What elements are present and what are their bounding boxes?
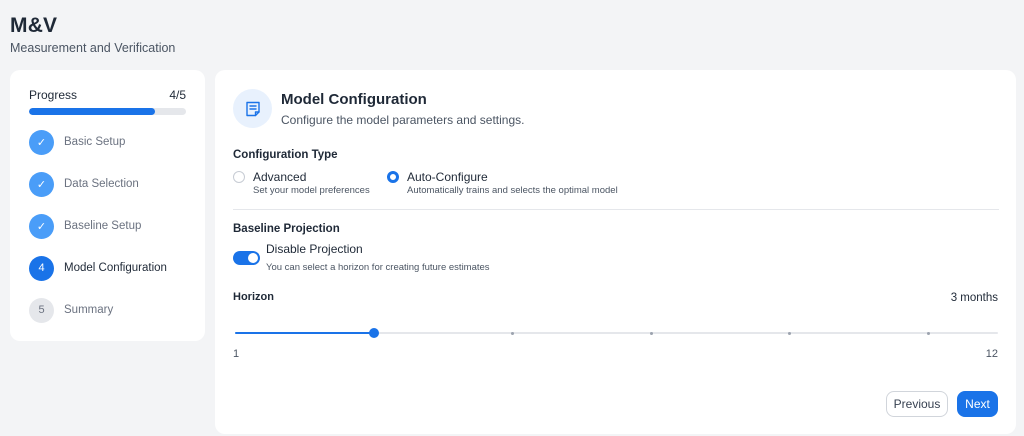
model-configuration-card: Model Configuration Configure the model … <box>215 70 1016 434</box>
section-divider <box>233 209 999 210</box>
slider-min-label: 1 <box>233 348 240 360</box>
slider-tick <box>510 331 514 335</box>
projection-toggle[interactable] <box>233 251 260 265</box>
progress-bar <box>29 108 186 115</box>
step-label: Data Selection <box>64 178 139 190</box>
progress-bar-fill <box>29 108 155 115</box>
step-label: Basic Setup <box>64 136 126 148</box>
step-number: 4 <box>29 255 54 281</box>
radio-auto-configure[interactable]: Auto-Configure Automatically trains and … <box>387 170 618 196</box>
radio-advanced[interactable]: Advanced Set your model preferences <box>233 170 370 196</box>
step-data-selection[interactable]: ✓ Data Selection <box>29 163 186 205</box>
radio-title: Auto-Configure <box>407 170 488 184</box>
step-baseline-setup[interactable]: ✓ Baseline Setup <box>29 205 186 247</box>
slider-tick <box>927 331 931 335</box>
toggle-subtitle: You can select a horizon for creating fu… <box>266 262 490 273</box>
configuration-type-label: Configuration Type <box>233 149 338 161</box>
step-number: 5 <box>29 297 54 323</box>
card-description: Configure the model parameters and setti… <box>281 113 525 127</box>
radio-button-checked[interactable] <box>387 171 399 183</box>
app-subtitle: Measurement and Verification <box>10 41 176 55</box>
step-summary[interactable]: 5 Summary <box>29 289 186 331</box>
horizon-value: 3 months <box>950 292 998 304</box>
card-title: Model Configuration <box>281 91 427 108</box>
slider-tick <box>649 331 653 335</box>
slider-max-label: 12 <box>985 348 998 360</box>
step-model-configuration[interactable]: 4 Model Configuration <box>29 247 186 289</box>
step-list: ✓ Basic Setup ✓ Data Selection ✓ Baselin… <box>29 121 186 331</box>
radio-subtitle: Set your model preferences <box>253 185 370 196</box>
slider-fill <box>235 332 374 334</box>
slider-tick <box>788 331 792 335</box>
app-header: M&V Measurement and Verification <box>10 14 175 55</box>
horizon-slider[interactable] <box>235 328 998 338</box>
toggle-title: Disable Projection <box>266 242 363 256</box>
progress-count: 4/5 <box>169 88 186 102</box>
next-button[interactable]: Next <box>957 391 998 417</box>
progress-header: Progress 4/5 <box>29 88 186 102</box>
document-icon <box>233 89 272 128</box>
step-label: Summary <box>64 304 114 316</box>
previous-button[interactable]: Previous <box>886 391 948 417</box>
radio-button[interactable] <box>233 171 245 183</box>
step-check-icon: ✓ <box>29 213 54 239</box>
baseline-projection-label: Baseline Projection <box>233 223 340 235</box>
slider-thumb[interactable] <box>368 328 379 338</box>
toggle-knob <box>248 253 258 263</box>
step-check-icon: ✓ <box>29 171 54 197</box>
step-basic-setup[interactable]: ✓ Basic Setup <box>29 121 186 163</box>
progress-sidebar: Progress 4/5 ✓ Basic Setup ✓ Data Select… <box>10 70 205 341</box>
step-label: Baseline Setup <box>64 220 142 232</box>
app-title: M&V <box>10 14 58 37</box>
step-check-icon: ✓ <box>29 129 54 155</box>
horizon-label: Horizon <box>233 291 274 303</box>
step-label: Model Configuration <box>64 262 167 274</box>
radio-subtitle: Automatically trains and selects the opt… <box>407 185 618 196</box>
progress-label: Progress <box>29 88 78 102</box>
radio-title: Advanced <box>253 170 307 184</box>
